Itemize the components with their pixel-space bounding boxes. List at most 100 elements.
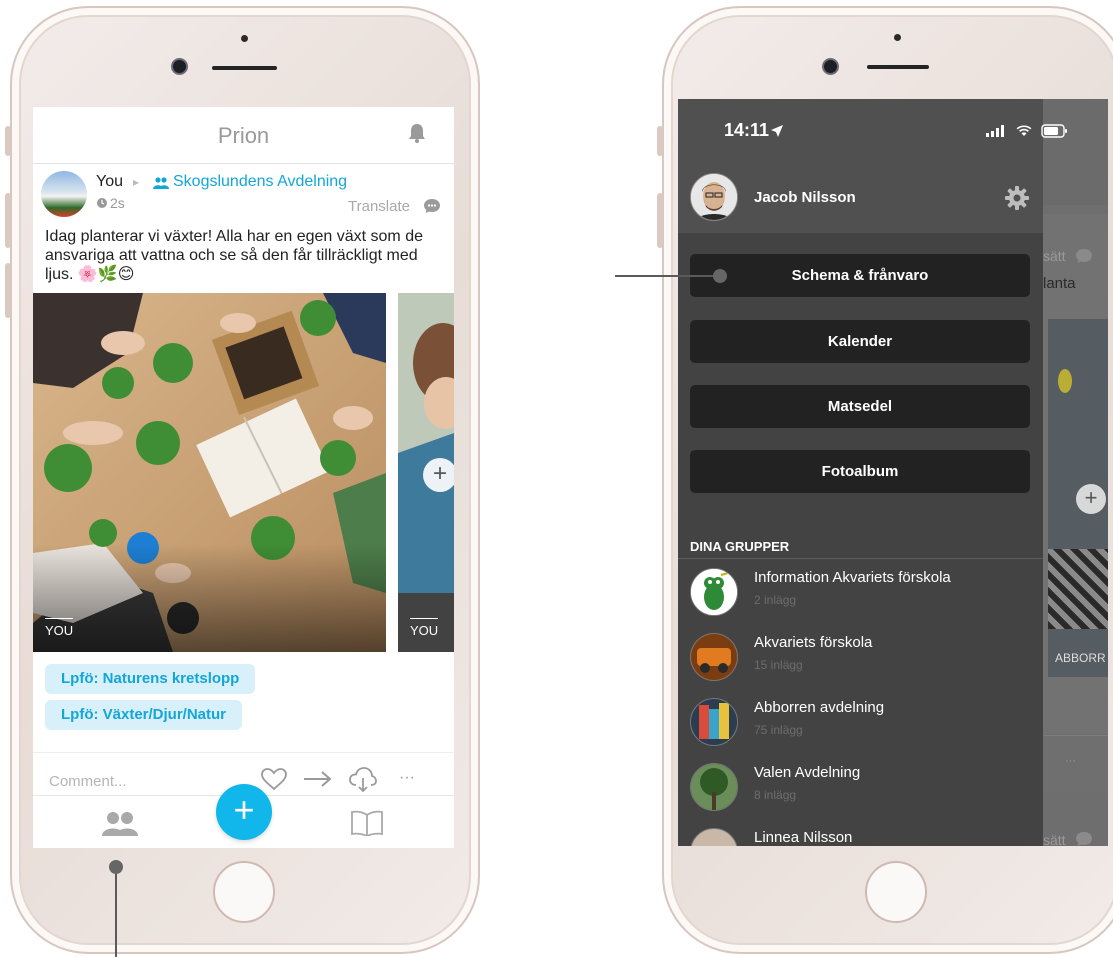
menu-header: 14:11 Jacob Nilsson (678, 99, 1067, 233)
post-header: You ▸ Skogslundens Avdelning 2s Translat… (41, 169, 446, 223)
add-post-button[interactable]: + (216, 784, 272, 840)
speech-bubble-icon[interactable] (1075, 831, 1093, 846)
audience-arrow: ▸ (133, 175, 140, 189)
front-camera (822, 58, 839, 75)
group-item-abborren[interactable]: Abborren avdelning 75 inlägg (690, 691, 1030, 751)
callout-dot (713, 269, 727, 283)
comment-input[interactable]: Comment... (49, 773, 127, 790)
groups-tab-icon[interactable] (101, 810, 139, 836)
side-menu: 14:11 Jacob Nilsson Schema & frånvaro Ka… (678, 99, 1067, 846)
more-options-icon[interactable]: ··· (1065, 755, 1076, 767)
group-name: Abborren avdelning (754, 699, 885, 716)
more-options-icon[interactable]: ··· (399, 769, 415, 787)
group-photo (691, 634, 737, 680)
post-time: 2s (110, 195, 125, 211)
wifi-icon (1016, 125, 1032, 136)
translate-link[interactable]: sätt (1043, 832, 1066, 846)
feed-photo[interactable]: + ABBORR (1048, 319, 1108, 677)
side-button (5, 263, 11, 318)
user-photo (691, 174, 737, 220)
calendar-button[interactable]: Kalender (690, 320, 1030, 363)
battery-icon (1041, 124, 1067, 138)
group-item-linnea[interactable]: Linnea Nilsson (690, 821, 1030, 846)
photo-album-button[interactable]: Fotoalbum (690, 450, 1030, 493)
app-header: Prion (33, 107, 454, 164)
photo-label: YOU (410, 623, 439, 638)
author-avatar[interactable] (41, 171, 87, 217)
frog-logo-icon (691, 569, 737, 615)
side-button (657, 126, 663, 156)
tag-chip[interactable]: Lpfö: Växter/Djur/Natur (45, 700, 243, 730)
post-group-link[interactable]: Skogslundens Avdelning (173, 173, 347, 191)
bell-icon[interactable] (408, 123, 426, 143)
front-sensor (894, 34, 901, 41)
post-photo-2[interactable]: + YOU (398, 293, 454, 652)
background-feed: sätt lanta + ABBORR ··· sätt (1043, 99, 1108, 846)
group-item-information-akvariets[interactable]: Information Akvariets förskola 2 inlägg (690, 561, 1030, 621)
divider (33, 752, 454, 753)
side-button (657, 193, 663, 248)
translate-link[interactable]: Translate (348, 198, 410, 215)
add-photo-button[interactable]: + (423, 458, 454, 492)
group-name: Valen Avdelning (754, 764, 861, 781)
gear-icon[interactable] (1004, 185, 1030, 211)
feed-header (1043, 99, 1108, 205)
group-post-count: 75 inlägg (754, 723, 803, 737)
side-button (5, 193, 11, 248)
group-icon (153, 177, 169, 189)
post-text-fragment: lanta (1043, 275, 1076, 292)
cellular-signal-icon (986, 125, 1004, 137)
balloon (1058, 369, 1072, 393)
plant-table-photo (33, 293, 386, 652)
group-avatar (690, 568, 738, 616)
group-post-count: 8 inlägg (754, 788, 797, 802)
app-title: Prion (217, 123, 270, 148)
callout-line (615, 275, 715, 277)
speech-bubble-icon[interactable] (1075, 248, 1093, 264)
download-cloud-icon[interactable] (349, 767, 377, 793)
group-item-valen[interactable]: Valen Avdelning 8 inlägg (690, 756, 1030, 816)
photo-label: ABBORR (1055, 651, 1106, 665)
right-screen: sätt lanta + ABBORR ··· sätt 14:11 Jacob… (678, 99, 1108, 846)
group-avatar (690, 698, 738, 746)
groups-header: DINA GRUPPER (690, 539, 790, 554)
group-post-count: 15 inlägg (754, 658, 803, 672)
group-item-akvariets[interactable]: Akvariets förskola 15 inlägg (690, 626, 1030, 686)
location-arrow-icon (771, 125, 783, 137)
group-avatar (690, 633, 738, 681)
user-avatar[interactable] (690, 173, 738, 221)
book-tab-icon[interactable] (351, 810, 383, 836)
menu-food-button[interactable]: Matsedel (690, 385, 1030, 428)
callout-dot (109, 860, 123, 874)
divider (678, 558, 1043, 559)
side-button (5, 126, 11, 156)
heart-icon[interactable] (261, 768, 287, 790)
left-screen: Prion You ▸ Skogslundens Avdelning 2s Tr… (33, 107, 454, 848)
tag-chip[interactable]: Lpfö: Naturens kretslopp (45, 664, 256, 694)
group-avatar (690, 828, 738, 846)
front-sensor (241, 35, 248, 42)
home-button[interactable] (213, 861, 275, 923)
home-button[interactable] (865, 861, 927, 923)
photo-label-line (45, 618, 73, 619)
group-name: Information Akvariets förskola (754, 569, 951, 586)
callout-line (115, 874, 117, 957)
user-name[interactable]: Jacob Nilsson (754, 189, 856, 206)
translate-link[interactable]: sätt (1043, 248, 1066, 264)
post-text: Idag planterar vi växter! Alla har en eg… (45, 228, 423, 283)
group-photo (691, 764, 737, 810)
speech-bubble-icon[interactable] (423, 198, 441, 214)
front-camera (171, 58, 188, 75)
photo-label: YOU (45, 623, 74, 638)
speaker-grille (867, 65, 929, 69)
add-photo-button[interactable]: + (1076, 484, 1106, 514)
schedule-button[interactable]: Schema & frånvaro (690, 254, 1030, 297)
post-photo[interactable]: YOU (33, 293, 386, 652)
group-avatar (690, 763, 738, 811)
group-name: Linnea Nilsson (754, 829, 853, 846)
child-shirt (1048, 549, 1108, 629)
speaker-grille (212, 66, 277, 70)
group-post-count: 2 inlägg (754, 593, 797, 607)
post-author[interactable]: You (96, 173, 123, 191)
share-arrow-icon[interactable] (303, 770, 333, 788)
